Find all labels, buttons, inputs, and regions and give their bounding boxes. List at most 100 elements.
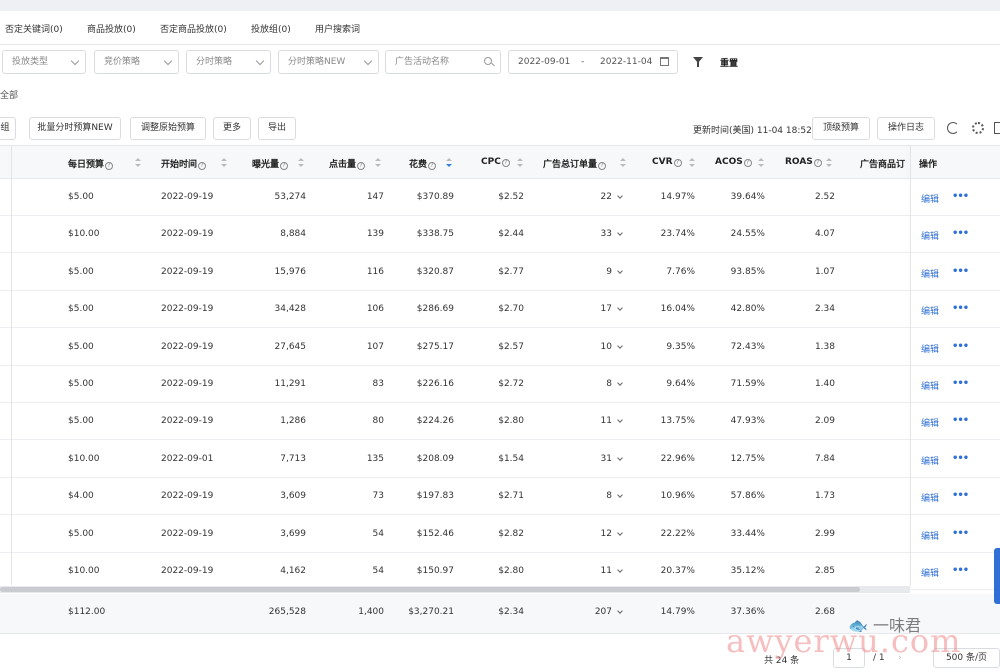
export-button[interactable]: 导出 (258, 117, 296, 140)
table-row: $4.00 2022-09-19 3,609 73 $197.83 $2.71 8 10.96… (0, 478, 1000, 516)
edit-link[interactable]: 编辑 (921, 454, 939, 467)
col-acos[interactable]: ACOS? (715, 157, 752, 167)
more-actions-icon[interactable]: ••• (952, 228, 969, 239)
sort-icon-active[interactable] (446, 158, 452, 167)
edit-link[interactable]: 编辑 (921, 566, 939, 579)
tab-search-terms[interactable]: 用户搜索词 (315, 22, 360, 35)
more-actions-icon[interactable]: ••• (952, 453, 969, 464)
col-daily-budget[interactable]: 每日预算? (68, 157, 114, 170)
edit-link[interactable]: 编辑 (921, 304, 939, 317)
bid-strategy-select[interactable]: 竞价策略 (94, 50, 179, 74)
tab-targeting-groups[interactable]: 投放组(0) (251, 22, 291, 35)
edit-link[interactable]: 编辑 (921, 491, 939, 504)
table-header: 每日预算? 开始时间? 曝光量? 点击量? 花费? CPC? 广告总订单量? C… (0, 145, 1000, 179)
chevron-down-icon[interactable] (617, 454, 623, 461)
scrollbar-thumb[interactable] (0, 587, 860, 592)
help-icon[interactable]: ? (280, 162, 289, 170)
edit-link[interactable]: 编辑 (921, 342, 939, 355)
help-icon[interactable]: ? (198, 162, 207, 170)
more-actions-icon[interactable]: ••• (952, 490, 969, 501)
side-float-tab[interactable] (994, 548, 1000, 604)
sort-icon[interactable] (221, 158, 227, 167)
help-icon[interactable]: ? (501, 159, 510, 167)
search-icon[interactable] (484, 57, 492, 65)
col-spend[interactable]: 花费? (409, 157, 437, 170)
campaign-name-search-input[interactable]: 广告活动名称 (385, 50, 501, 74)
chevron-down-icon[interactable] (617, 342, 623, 349)
col-total-orders-label: 广告总订单量 (543, 160, 598, 170)
edit-link[interactable]: 编辑 (921, 529, 939, 542)
watermark-text: awyerwu.com (726, 622, 962, 660)
tab-negative-product-targeting[interactable]: 否定商品投放(0) (160, 22, 227, 35)
sort-icon[interactable] (298, 158, 304, 167)
more-actions-icon[interactable]: ••• (952, 191, 969, 202)
help-icon[interactable]: ? (105, 162, 114, 170)
col-roas[interactable]: ROAS? (785, 157, 822, 167)
total-cpc: $2.34 (498, 607, 524, 617)
group-button[interactable]: 组 (0, 117, 16, 140)
batch-time-budget-button[interactable]: 批量分时预算NEW (29, 117, 121, 140)
sort-icon[interactable] (517, 158, 523, 167)
sort-icon[interactable] (375, 158, 381, 167)
chevron-down-icon[interactable] (617, 305, 623, 312)
edit-link[interactable]: 编辑 (921, 267, 939, 280)
col-product-orders[interactable]: 广告商品订 (860, 157, 905, 170)
edit-link[interactable]: 编辑 (921, 192, 939, 205)
help-icon[interactable]: ? (598, 162, 607, 170)
cell-spend: $370.89 (416, 192, 454, 202)
more-actions-icon[interactable]: ••• (952, 378, 969, 389)
col-cpc[interactable]: CPC? (481, 157, 510, 167)
chevron-down-icon[interactable] (617, 267, 623, 274)
refresh-icon[interactable] (947, 122, 959, 134)
reset-button[interactable]: 重置 (720, 56, 738, 69)
calendar-icon (660, 57, 669, 66)
sort-icon[interactable] (689, 158, 695, 167)
chevron-down-icon[interactable] (617, 380, 623, 386)
col-impressions[interactable]: 曝光量? (252, 157, 289, 170)
launch-type-select[interactable]: 投放类型 (2, 50, 86, 74)
more-actions-icon[interactable]: ••• (952, 415, 969, 426)
more-actions-icon[interactable]: ••• (952, 303, 969, 314)
chevron-down-icon[interactable] (617, 608, 623, 614)
more-button[interactable]: 更多 (213, 117, 251, 140)
sort-icon[interactable] (620, 158, 626, 167)
edit-link[interactable]: 编辑 (921, 229, 939, 242)
help-icon[interactable]: ? (813, 159, 822, 167)
top-budget-button[interactable]: 顶级预算 (812, 117, 870, 140)
tab-product-targeting[interactable]: 商品投放(0) (87, 22, 136, 35)
help-icon[interactable]: ? (357, 162, 366, 170)
chevron-down-icon[interactable] (617, 417, 623, 424)
help-icon[interactable]: ? (673, 159, 682, 167)
col-cvr[interactable]: CVR? (652, 157, 682, 167)
chevron-down-icon[interactable] (617, 230, 623, 237)
select-all-link[interactable]: 全部 (0, 88, 18, 101)
col-total-orders[interactable]: 广告总订单量? (543, 157, 607, 170)
col-start-time[interactable]: 开始时间? (161, 157, 207, 170)
adjust-budget-button[interactable]: 调整原始预算 (130, 117, 206, 140)
chevron-down-icon[interactable] (617, 492, 623, 499)
edit-link[interactable]: 编辑 (921, 379, 939, 392)
date-range-picker[interactable]: 2022-09-01 - 2022-11-04 (508, 50, 678, 74)
edit-link[interactable]: 编辑 (921, 416, 939, 429)
help-icon[interactable]: ? (428, 162, 437, 170)
chevron-down-icon[interactable] (617, 529, 623, 536)
more-actions-icon[interactable]: ••• (952, 528, 969, 539)
time-strategy-select[interactable]: 分时策略 (186, 50, 271, 74)
chevron-down-icon[interactable] (617, 193, 623, 199)
help-icon[interactable]: ? (743, 159, 752, 167)
cell-cpc: $2.72 (498, 379, 524, 389)
more-actions-icon[interactable]: ••• (952, 341, 969, 352)
more-actions-icon[interactable]: ••• (952, 565, 969, 576)
gear-icon[interactable] (972, 122, 984, 134)
columns-icon[interactable] (994, 122, 1000, 134)
filter-icon[interactable] (693, 57, 703, 67)
col-clicks[interactable]: 点击量? (329, 157, 366, 170)
sort-icon[interactable] (826, 158, 832, 167)
sort-icon[interactable] (135, 158, 141, 167)
tab-negative-keywords[interactable]: 否定关键词(0) (5, 22, 63, 35)
operation-log-button[interactable]: 操作日志 (877, 117, 935, 140)
sort-icon[interactable] (758, 158, 764, 167)
chevron-down-icon[interactable] (617, 567, 623, 573)
more-actions-icon[interactable]: ••• (952, 266, 969, 277)
time-strategy-new-select[interactable]: 分时策略NEW (278, 50, 379, 74)
